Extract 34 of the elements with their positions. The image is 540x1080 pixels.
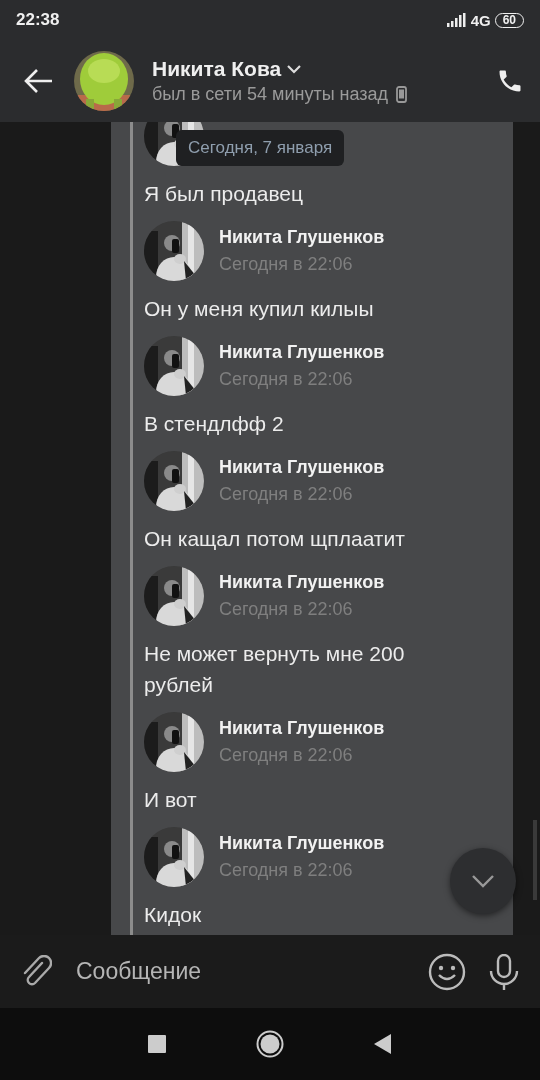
home-icon[interactable]	[256, 1030, 284, 1058]
signal-icon	[446, 13, 467, 27]
microphone-icon[interactable]	[488, 953, 520, 990]
sender-name: Никита Глушенков	[219, 227, 385, 248]
message-time: Сегодня в 22:06	[219, 369, 354, 390]
back-icon[interactable]	[374, 1034, 392, 1054]
message-time: Сегодня в 22:06	[219, 599, 354, 620]
message-time: Сегодня в 22:06	[219, 745, 354, 766]
message-text: В стендлфф 2	[144, 411, 285, 437]
contact-name[interactable]: Никита Кова	[152, 57, 282, 81]
last-seen-status: был в сети 54 минуты назад	[152, 84, 389, 105]
message-time: Сегодня в 22:06	[219, 484, 354, 505]
message-text: Он у меня купил килыы	[144, 296, 375, 322]
chevron-down-icon	[471, 874, 495, 888]
network-type: 4G	[470, 11, 491, 29]
chevron-down-icon[interactable]	[287, 64, 302, 74]
sender-name: Никита Глушенков	[219, 457, 385, 478]
message-text: Я был продавец	[144, 181, 305, 207]
message-text: И вот	[144, 787, 198, 813]
status-time: 22:38	[16, 10, 60, 30]
back-icon[interactable]	[24, 68, 54, 94]
message-text: Кидок	[144, 902, 203, 928]
message-input[interactable]: Сообщение	[74, 957, 406, 986]
sender-name: Никита Глушенков	[219, 342, 385, 363]
message-time: Сегодня в 22:06	[219, 860, 354, 881]
phone-device-icon	[396, 86, 408, 103]
date-chip: Сегодня, 7 января	[176, 130, 345, 166]
message-text: Не может вернуть мне 200 рублей	[144, 641, 406, 698]
sender-name: Никита Глушенков	[219, 572, 385, 593]
message-text: Он кащал потом щплаатит	[144, 526, 406, 552]
smiley-icon[interactable]	[428, 952, 466, 991]
message-time: Сегодня в 22:06	[219, 254, 354, 275]
sender-name: Никита Глушенков	[219, 833, 385, 854]
sender-name: Никита Глушенков	[219, 718, 385, 739]
